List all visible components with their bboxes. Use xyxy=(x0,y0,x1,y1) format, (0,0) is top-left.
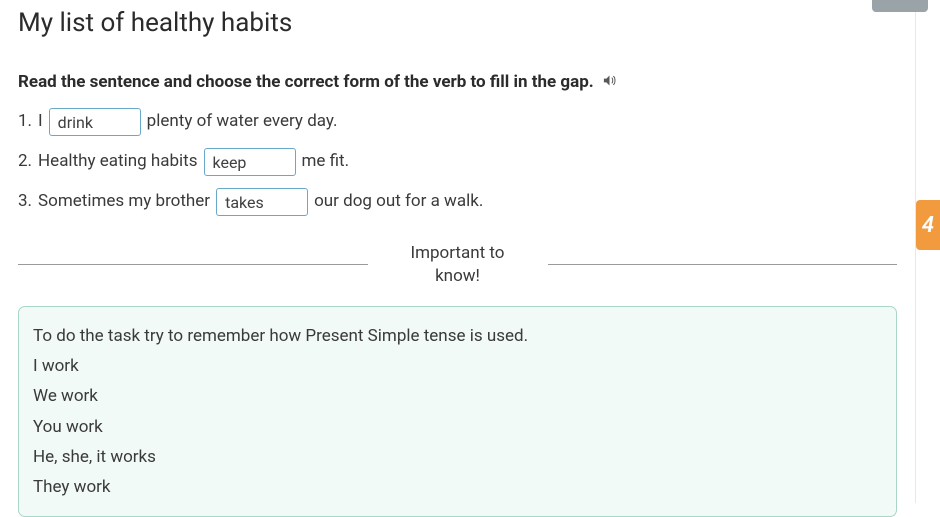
hint-line: You work xyxy=(33,412,882,442)
hint-intro: To do the task try to remember how Prese… xyxy=(33,321,882,351)
sentence-row: 2. Healthy eating habits me fit. xyxy=(18,148,897,176)
verb-input-1[interactable] xyxy=(49,108,141,136)
side-badge[interactable]: 4 xyxy=(916,200,940,250)
verb-input-3[interactable] xyxy=(216,188,308,216)
divider-label: Important to know! xyxy=(368,242,548,288)
hint-line: We work xyxy=(33,381,882,411)
sentence-before: Healthy eating habits xyxy=(38,148,197,175)
side-badge-label: 4 xyxy=(922,213,934,238)
hint-box: To do the task try to remember how Prese… xyxy=(18,306,897,517)
audio-icon[interactable] xyxy=(602,73,617,92)
divider-line-right xyxy=(548,264,898,265)
instruction-label: Read the sentence and choose the correct… xyxy=(18,72,594,92)
sentence-after: me fit. xyxy=(302,148,350,175)
top-tab-stub xyxy=(872,0,928,12)
sentence-number: 3. xyxy=(18,188,32,215)
sentence-number: 2. xyxy=(18,148,32,175)
section-divider: Important to know! xyxy=(18,242,897,288)
hint-line: I work xyxy=(33,351,882,381)
hint-line: He, she, it works xyxy=(33,442,882,472)
sentence-row: 1. I plenty of water every day. xyxy=(18,108,897,136)
sentence-before: I xyxy=(38,108,43,135)
sentence-after: our dog out for a walk. xyxy=(314,188,483,215)
sentence-number: 1. xyxy=(18,108,32,135)
verb-input-2[interactable] xyxy=(204,148,296,176)
divider-line-left xyxy=(18,264,368,265)
sentence-row: 3. Sometimes my brother our dog out for … xyxy=(18,188,897,216)
page-title: My list of healthy habits xyxy=(18,8,897,38)
sentence-before: Sometimes my brother xyxy=(38,188,210,215)
hint-line: They work xyxy=(33,472,882,502)
sentence-after: plenty of water every day. xyxy=(147,108,338,135)
instruction-text: Read the sentence and choose the correct… xyxy=(18,72,897,92)
exercise-content: My list of healthy habits Read the sente… xyxy=(0,0,916,503)
